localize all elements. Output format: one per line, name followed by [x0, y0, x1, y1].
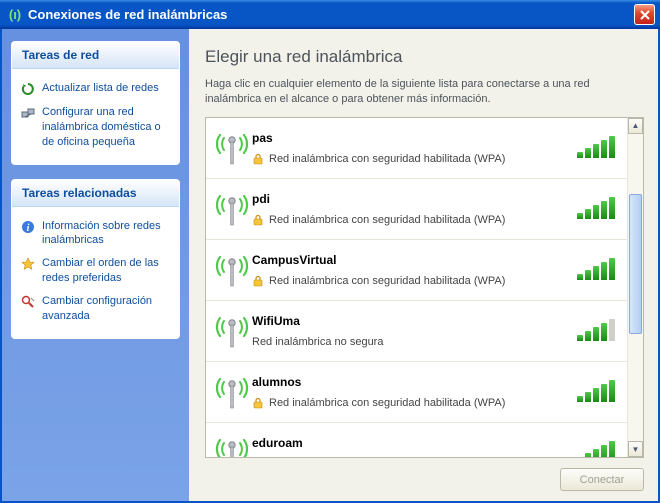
star-icon	[20, 256, 36, 272]
signal-strength-icon	[571, 138, 615, 158]
security-label: Red inalámbrica con seguridad habilitada…	[269, 275, 505, 287]
wireless-titlebar-icon: (ı)	[7, 7, 23, 23]
panel-header: Tareas de red	[12, 42, 179, 69]
network-info: pdi Red inalámbrica con seguridad habili…	[252, 192, 571, 226]
wireless-antenna-icon	[212, 251, 252, 289]
signal-strength-icon	[571, 382, 615, 402]
task-wireless-info[interactable]: i Información sobre redes inalámbricas	[18, 215, 173, 253]
task-label: Configurar una red inalámbrica doméstica…	[42, 105, 171, 150]
security-label: Red inalámbrica con seguridad habilitada…	[269, 214, 505, 226]
task-advanced-settings[interactable]: Cambiar configuración avanzada	[18, 290, 173, 328]
scroll-up-button[interactable]: ▲	[628, 118, 643, 134]
network-security: Red inalámbrica no segura	[252, 336, 571, 348]
network-name: pas	[252, 131, 571, 145]
scroll-thumb[interactable]	[629, 194, 642, 334]
footer: Conectar	[205, 458, 644, 491]
network-security: Red inalámbrica con seguridad habilitada…	[252, 214, 571, 226]
wireless-antenna-icon	[212, 312, 252, 350]
network-name: eduroam	[252, 436, 571, 450]
network-item[interactable]: pas Red inalámbrica con seguridad habili…	[206, 118, 627, 179]
network-item[interactable]: eduroam Red inalámbrica con seguridad ha…	[206, 423, 627, 457]
network-info: pas Red inalámbrica con seguridad habili…	[252, 131, 571, 165]
signal-strength-icon	[571, 199, 615, 219]
signal-strength-icon	[571, 260, 615, 280]
panel-network-tasks: Tareas de red Actualizar lista de redes …	[11, 41, 180, 165]
close-button[interactable]	[634, 4, 655, 25]
close-icon	[640, 10, 650, 20]
signal-strength-icon	[571, 443, 615, 457]
task-label: Cambiar configuración avanzada	[42, 294, 171, 324]
lock-icon	[252, 275, 264, 287]
titlebar[interactable]: (ı) Conexiones de red inalámbricas	[0, 0, 660, 29]
network-name: pdi	[252, 192, 571, 206]
window-title: Conexiones de red inalámbricas	[28, 7, 227, 22]
lock-icon	[252, 397, 264, 409]
security-label: Red inalámbrica con seguridad habilitada…	[269, 397, 505, 409]
instruction-text: Haga clic en cualquier elemento de la si…	[205, 77, 644, 107]
window-body: Tareas de red Actualizar lista de redes …	[0, 29, 660, 503]
network-item[interactable]: pdi Red inalámbrica con seguridad habili…	[206, 179, 627, 240]
network-security: Red inalámbrica con seguridad habilitada…	[252, 397, 571, 409]
network-name: alumnos	[252, 375, 571, 389]
wireless-antenna-icon	[212, 434, 252, 457]
task-label: Cambiar el orden de las redes preferidas	[42, 256, 171, 286]
network-name: WifiUma	[252, 314, 571, 328]
network-list[interactable]: pas Red inalámbrica con seguridad habili…	[206, 118, 627, 457]
lock-icon	[252, 153, 264, 165]
home-network-icon	[20, 105, 36, 121]
security-label: Red inalámbrica con seguridad habilitada…	[269, 153, 505, 165]
page-title: Elegir una red inalámbrica	[205, 47, 644, 67]
network-info: CampusVirtual Red inalámbrica con seguri…	[252, 253, 571, 287]
network-info: eduroam Red inalámbrica con seguridad ha…	[252, 436, 571, 457]
network-item[interactable]: alumnos Red inalámbrica con seguridad ha…	[206, 362, 627, 423]
network-security: Red inalámbrica con seguridad habilitada…	[252, 275, 571, 287]
panel-body: i Información sobre redes inalámbricas C…	[12, 207, 179, 338]
scrollbar[interactable]: ▲ ▼	[627, 118, 643, 457]
security-label: Red inalámbrica no segura	[252, 336, 383, 348]
network-item[interactable]: CampusVirtual Red inalámbrica con seguri…	[206, 240, 627, 301]
network-item[interactable]: WifiUma Red inalámbrica no segura	[206, 301, 627, 362]
sidebar: Tareas de red Actualizar lista de redes …	[2, 29, 189, 501]
task-label: Actualizar lista de redes	[42, 81, 159, 96]
signal-strength-icon	[571, 321, 615, 341]
task-change-order[interactable]: Cambiar el orden de las redes preferidas	[18, 252, 173, 290]
network-security: Red inalámbrica con seguridad habilitada…	[252, 153, 571, 165]
wireless-antenna-icon	[212, 373, 252, 411]
svg-text:i: i	[27, 223, 30, 234]
network-name: CampusVirtual	[252, 253, 571, 267]
scroll-track[interactable]	[628, 134, 643, 441]
task-setup-network[interactable]: Configurar una red inalámbrica doméstica…	[18, 101, 173, 154]
refresh-icon	[20, 81, 36, 97]
task-refresh-list[interactable]: Actualizar lista de redes	[18, 77, 173, 101]
network-list-box: pas Red inalámbrica con seguridad habili…	[205, 117, 644, 458]
panel-body: Actualizar lista de redes Configurar una…	[12, 69, 179, 164]
network-info: WifiUma Red inalámbrica no segura	[252, 314, 571, 348]
wireless-antenna-icon	[212, 190, 252, 228]
task-label: Información sobre redes inalámbricas	[42, 219, 171, 249]
info-icon: i	[20, 219, 36, 235]
panel-header: Tareas relacionadas	[12, 180, 179, 207]
connect-button[interactable]: Conectar	[560, 468, 644, 491]
settings-icon	[20, 294, 36, 310]
scroll-down-button[interactable]: ▼	[628, 441, 643, 457]
main-content: Elegir una red inalámbrica Haga clic en …	[189, 29, 658, 501]
network-info: alumnos Red inalámbrica con seguridad ha…	[252, 375, 571, 409]
wireless-antenna-icon	[212, 129, 252, 167]
panel-related-tasks: Tareas relacionadas i Información sobre …	[11, 179, 180, 339]
lock-icon	[252, 214, 264, 226]
